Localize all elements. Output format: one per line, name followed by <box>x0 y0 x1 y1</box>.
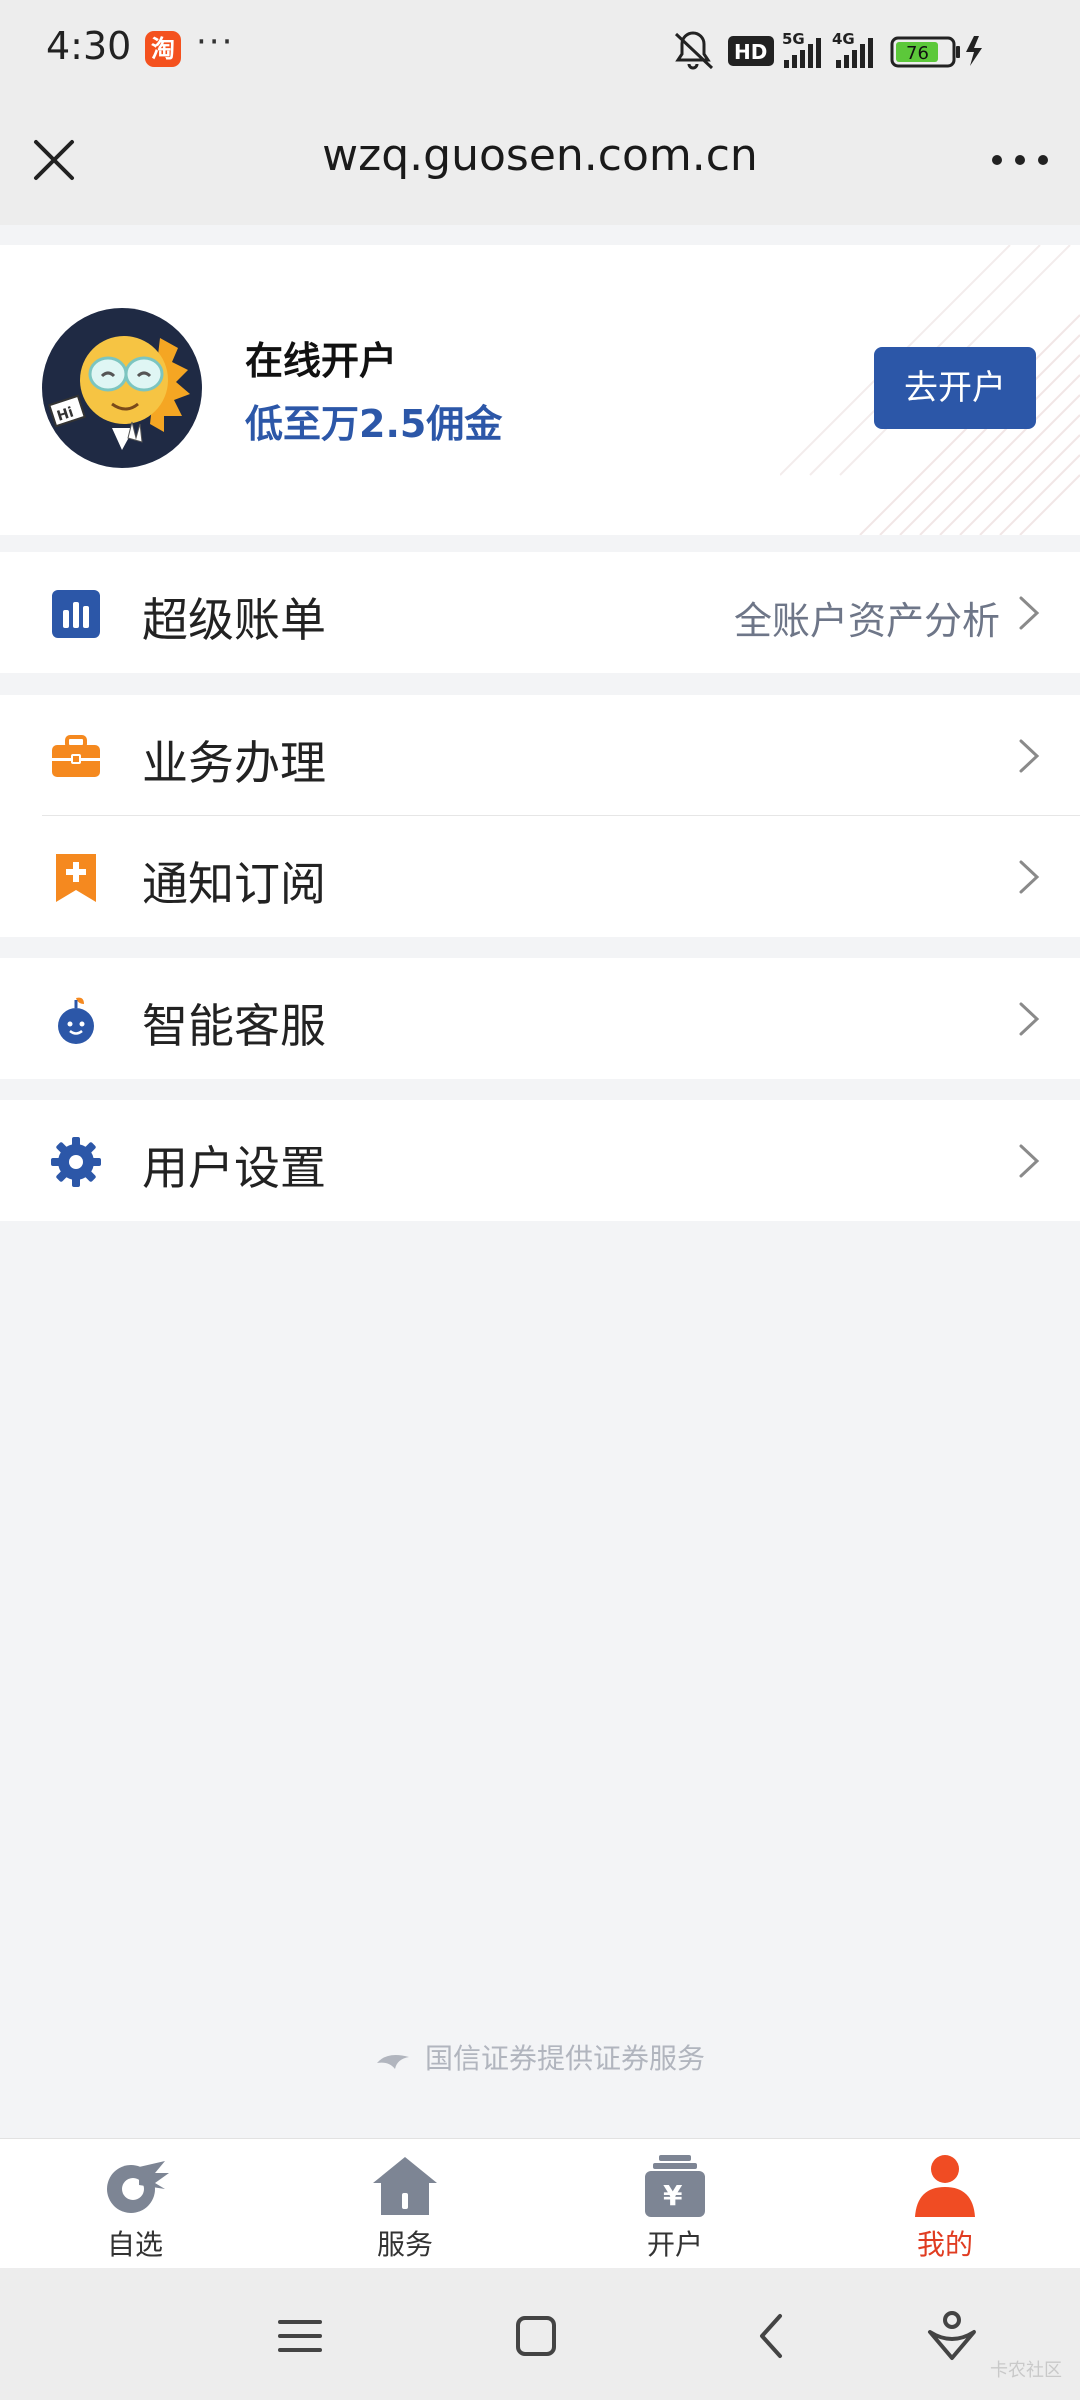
chevron-right-icon <box>1019 860 1040 894</box>
menu-item-hint: 全账户资产分析 <box>733 599 1000 643</box>
guosen-logo-icon <box>376 2055 409 2069</box>
tab-label: 我的 <box>916 2228 973 2261</box>
briefcase-icon <box>52 735 100 777</box>
chevron-right-icon <box>1019 1144 1040 1178</box>
tab-label: 自选 <box>106 2228 163 2261</box>
menu-item-label: 智能客服 <box>142 999 326 1053</box>
menu-group-bill: 超级账单 全账户资产分析 <box>0 552 1080 673</box>
svg-text:¥: ¥ <box>663 2179 683 2212</box>
home-button-icon[interactable] <box>508 2308 564 2364</box>
robot-assistant-icon <box>58 997 94 1044</box>
menu-item-label: 业务办理 <box>142 736 326 790</box>
menu-item-business[interactable]: 业务办理 <box>0 695 1080 816</box>
home-icon <box>373 2157 437 2215</box>
status-indicators: HD 5G 4G 76 <box>670 26 1050 74</box>
browser-nav-bar: wzq.guosen.com.cn <box>0 100 1080 225</box>
tab-watchlist[interactable]: 自选 <box>35 2153 235 2263</box>
mute-icon <box>674 31 714 70</box>
tab-label: 服务 <box>376 2228 433 2261</box>
status-bar: 4:30 淘 ··· HD 5G 4G 76 <box>0 0 1080 100</box>
signal-4g-icon: 4G <box>832 30 873 68</box>
battery-icon: 76 <box>890 36 982 68</box>
svg-text:4G: 4G <box>832 30 855 48</box>
status-time: 4:30 <box>46 24 132 68</box>
taobao-app-icon: 淘 <box>145 31 181 67</box>
tab-mine[interactable]: 我的 <box>845 2153 1045 2263</box>
assistant-icon[interactable] <box>924 2308 980 2364</box>
menu-group-business: 业务办理 通知订阅 <box>0 695 1080 937</box>
gear-icon <box>51 1137 101 1187</box>
signal-5g-icon: 5G <box>782 30 821 68</box>
open-account-banner: Hi 在线开户 低至万2.5佣金 去开户 <box>0 245 1080 535</box>
mascot-avatar: Hi <box>42 308 202 468</box>
banner-title: 在线开户 <box>245 339 398 383</box>
menu-group-service: 智能客服 <box>0 958 1080 1079</box>
menu-item-smart-service[interactable]: 智能客服 <box>0 958 1080 1079</box>
user-icon <box>915 2155 975 2217</box>
chevron-right-icon <box>1019 739 1040 773</box>
notification-more-icon: ··· <box>196 22 235 62</box>
bookmark-plus-icon <box>56 854 96 902</box>
page-url-title: wzq.guosen.com.cn <box>322 130 758 181</box>
footer-note: 国信证券提供证券服务 <box>0 2037 1080 2077</box>
tab-label: 开户 <box>646 2228 703 2261</box>
hd-voice-icon: HD <box>728 36 774 66</box>
tab-open-account[interactable]: ¥ 开户 <box>575 2153 775 2263</box>
tab-service[interactable]: 服务 <box>305 2153 505 2263</box>
footer-note-text: 国信证券提供证券服务 <box>424 2042 705 2075</box>
account-open-icon: ¥ <box>645 2155 705 2217</box>
bottom-tab-bar: 自选 服务 ¥ 开户 我的 <box>0 2138 1080 2269</box>
menu-item-user-settings[interactable]: 用户设置 <box>0 1100 1080 1221</box>
svg-text:76: 76 <box>906 43 929 64</box>
watchlist-icon <box>107 2161 169 2213</box>
menu-group-settings: 用户设置 <box>0 1100 1080 1221</box>
menu-icon[interactable] <box>272 2308 328 2364</box>
open-account-button[interactable]: 去开户 <box>874 347 1036 429</box>
banner-commission-text: 低至万2.5佣金 <box>245 402 503 446</box>
menu-item-super-bill[interactable]: 超级账单 全账户资产分析 <box>0 552 1080 673</box>
more-options-icon[interactable] <box>985 130 1055 190</box>
bar-chart-icon <box>52 590 100 638</box>
menu-item-label: 用户设置 <box>142 1141 326 1195</box>
svg-text:HD: HD <box>734 40 767 64</box>
watermark: 卡农社区 <box>990 2360 1062 2381</box>
chevron-right-icon <box>1019 596 1040 630</box>
chevron-right-icon <box>1019 1002 1040 1036</box>
system-nav-bar: 卡农社区 <box>0 2268 1080 2400</box>
svg-text:5G: 5G <box>782 30 805 48</box>
menu-item-label: 通知订阅 <box>142 857 326 911</box>
back-icon[interactable] <box>744 2308 800 2364</box>
menu-item-subscription[interactable]: 通知订阅 <box>0 816 1080 937</box>
menu-item-label: 超级账单 <box>142 593 326 647</box>
